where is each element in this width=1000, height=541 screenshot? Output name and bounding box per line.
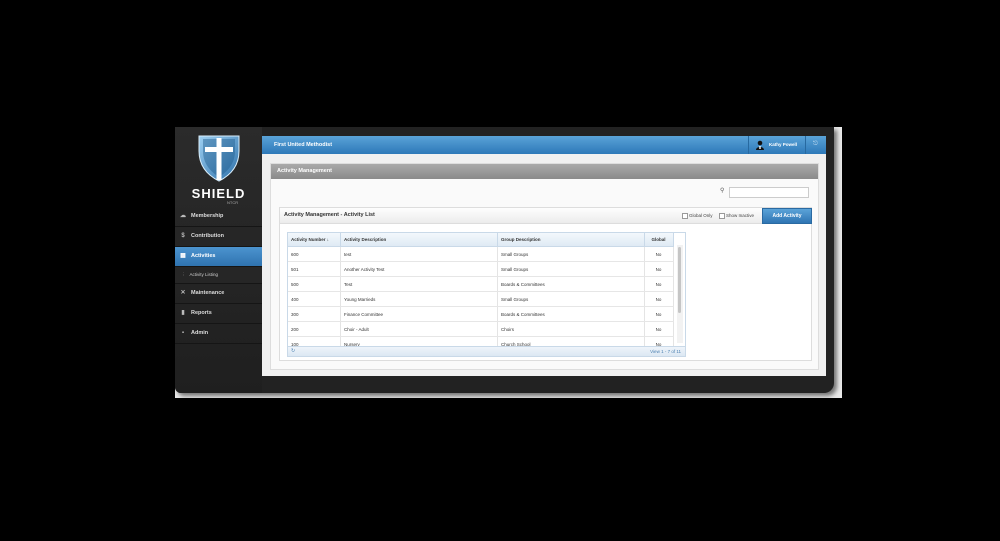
cell-global: No bbox=[644, 246, 674, 262]
grid-scrollbar[interactable] bbox=[677, 245, 683, 343]
user-name: Kathy Powell bbox=[769, 142, 798, 147]
list-title: Activity Management - Activity List bbox=[284, 212, 375, 218]
scroll-thumb[interactable] bbox=[678, 247, 681, 313]
logo: SHIELD NTCR bbox=[175, 133, 262, 205]
sidebar-item-reports[interactable]: ▮ Reports bbox=[175, 304, 262, 324]
search-input[interactable] bbox=[729, 187, 809, 198]
sidebar-item-activities[interactable]: ▦ Activities bbox=[175, 247, 262, 267]
sidebar-subitem-label: Activity Listing bbox=[189, 272, 219, 277]
shield-cross-icon bbox=[198, 135, 239, 182]
cell-activity-description: Young Marrieds bbox=[340, 291, 498, 307]
brand-sub: NTCR bbox=[227, 200, 239, 205]
logout-icon[interactable]: ⎋ bbox=[813, 141, 820, 148]
column-header-activity-description[interactable]: Activity Description bbox=[340, 233, 498, 247]
cell-activity-description: Choir - Adult bbox=[340, 321, 498, 337]
panel-title: Activity Management bbox=[271, 164, 818, 179]
app-frame: SHIELD NTCR ☁ Membership $ Contribution ▦ A… bbox=[175, 127, 842, 398]
cell-global: No bbox=[644, 276, 674, 292]
sidebar-item-maintenance[interactable]: ✕ Maintenance bbox=[175, 284, 262, 304]
cell-group-description: Small Groups bbox=[497, 246, 645, 262]
activity-management-panel: Activity Management ⚲ Activity Managemen… bbox=[270, 163, 819, 370]
cell-global: No bbox=[644, 261, 674, 277]
cell-activity-number: 400 bbox=[288, 291, 341, 307]
grid-icon: ▪ bbox=[181, 330, 185, 336]
cell-global: No bbox=[644, 321, 674, 337]
activity-grid: Activity Number ↓ Activity Description G… bbox=[287, 232, 686, 357]
cell-activity-number: 300 bbox=[288, 306, 341, 322]
activity-list-box: Activity Management - Activity List Glob… bbox=[279, 207, 812, 361]
search-icon: ⚲ bbox=[720, 188, 725, 194]
sidebar-item-label: Reports bbox=[191, 310, 212, 316]
table-row[interactable]: 400 Young Marrieds Small Groups No bbox=[288, 291, 674, 307]
table-row[interactable]: 500 Test Boards & Committees No bbox=[288, 276, 674, 292]
cell-activity-description: test bbox=[340, 246, 498, 262]
refresh-icon[interactable]: ↻ bbox=[291, 347, 295, 356]
chart-icon: ▮ bbox=[181, 310, 185, 316]
column-header-activity-number[interactable]: Activity Number ↓ bbox=[288, 233, 341, 247]
cloud-icon: ☁ bbox=[180, 213, 186, 219]
main-content: First United Methodist Kathy Powell ⎋ Ac… bbox=[262, 136, 826, 376]
column-header-global[interactable]: Global bbox=[644, 233, 674, 247]
sidebar-item-label: Activities bbox=[191, 253, 216, 259]
sidebar-nav: ☁ Membership $ Contribution ▦ Activities ⋮ A… bbox=[175, 207, 262, 344]
list-header: Activity Management - Activity List Glob… bbox=[280, 208, 812, 224]
cell-activity-number: 500 bbox=[288, 276, 341, 292]
calendar-icon: ▦ bbox=[180, 253, 186, 259]
cell-global: No bbox=[644, 306, 674, 322]
sidebar-item-admin[interactable]: ▪ Admin bbox=[175, 324, 262, 344]
brand-name: SHIELD bbox=[191, 186, 246, 201]
sidebar-item-contribution[interactable]: $ Contribution bbox=[175, 227, 262, 247]
dollar-icon: $ bbox=[181, 233, 185, 239]
top-bar: First United Methodist Kathy Powell ⎋ bbox=[262, 136, 826, 154]
cell-activity-description: Another Activity Test bbox=[340, 261, 498, 277]
sidebar-item-label: Admin bbox=[191, 330, 209, 336]
cell-group-description: Boards & Committees bbox=[497, 306, 645, 322]
cell-activity-number: 200 bbox=[288, 321, 341, 337]
cell-activity-number: 501 bbox=[288, 261, 341, 277]
org-name: First United Methodist bbox=[274, 142, 333, 148]
user-menu[interactable]: Kathy Powell bbox=[748, 136, 806, 154]
global-only-label: Global Only bbox=[689, 213, 713, 218]
wrench-icon: ✕ bbox=[180, 290, 186, 296]
cell-activity-description: Finance Committee bbox=[340, 306, 498, 322]
bullet-icon: ⋮ bbox=[181, 272, 186, 277]
table-row[interactable]: 300 Finance Committee Boards & Committee… bbox=[288, 306, 674, 322]
avatar bbox=[756, 140, 764, 150]
cell-activity-description: Test bbox=[340, 276, 498, 292]
sidebar-subitem-activity-listing[interactable]: ⋮ Activity Listing bbox=[175, 267, 262, 284]
cell-group-description: Boards & Committees bbox=[497, 276, 645, 292]
show-inactive-label: Show Inactive bbox=[726, 213, 755, 218]
sidebar-item-label: Contribution bbox=[191, 233, 224, 239]
cell-group-description: Small Groups bbox=[497, 261, 645, 277]
column-header-group-description[interactable]: Group Description bbox=[497, 233, 645, 247]
table-row[interactable]: 600 test Small Groups No bbox=[288, 246, 674, 262]
table-header-row: Activity Number ↓ Activity Description G… bbox=[288, 233, 674, 247]
sidebar-item-membership[interactable]: ☁ Membership bbox=[175, 207, 262, 227]
global-only-checkbox[interactable] bbox=[682, 213, 688, 219]
table-row[interactable]: 501 Another Activity Test Small Groups N… bbox=[288, 261, 674, 277]
table-row[interactable]: 200 Choir - Adult Choirs No bbox=[288, 321, 674, 337]
activity-table: Activity Number ↓ Activity Description G… bbox=[288, 233, 674, 352]
sidebar-item-label: Membership bbox=[191, 213, 224, 219]
app-window: SHIELD NTCR ☁ Membership $ Contribution ▦ A… bbox=[175, 127, 834, 393]
cell-activity-number: 600 bbox=[288, 246, 341, 262]
cell-group-description: Small Groups bbox=[497, 291, 645, 307]
cell-group-description: Choirs bbox=[497, 321, 645, 337]
sort-down-icon: ↓ bbox=[326, 237, 330, 242]
show-inactive-checkbox[interactable] bbox=[719, 213, 725, 219]
cell-global: No bbox=[644, 291, 674, 307]
add-activity-button[interactable]: Add Activity bbox=[762, 208, 812, 224]
sidebar: SHIELD NTCR ☁ Membership $ Contribution ▦ A… bbox=[175, 127, 262, 393]
grid-pager: ↻ View 1 - 7 of 11 bbox=[288, 346, 685, 356]
sidebar-item-label: Maintenance bbox=[191, 290, 225, 296]
pager-status: View 1 - 7 of 11 bbox=[650, 349, 681, 354]
